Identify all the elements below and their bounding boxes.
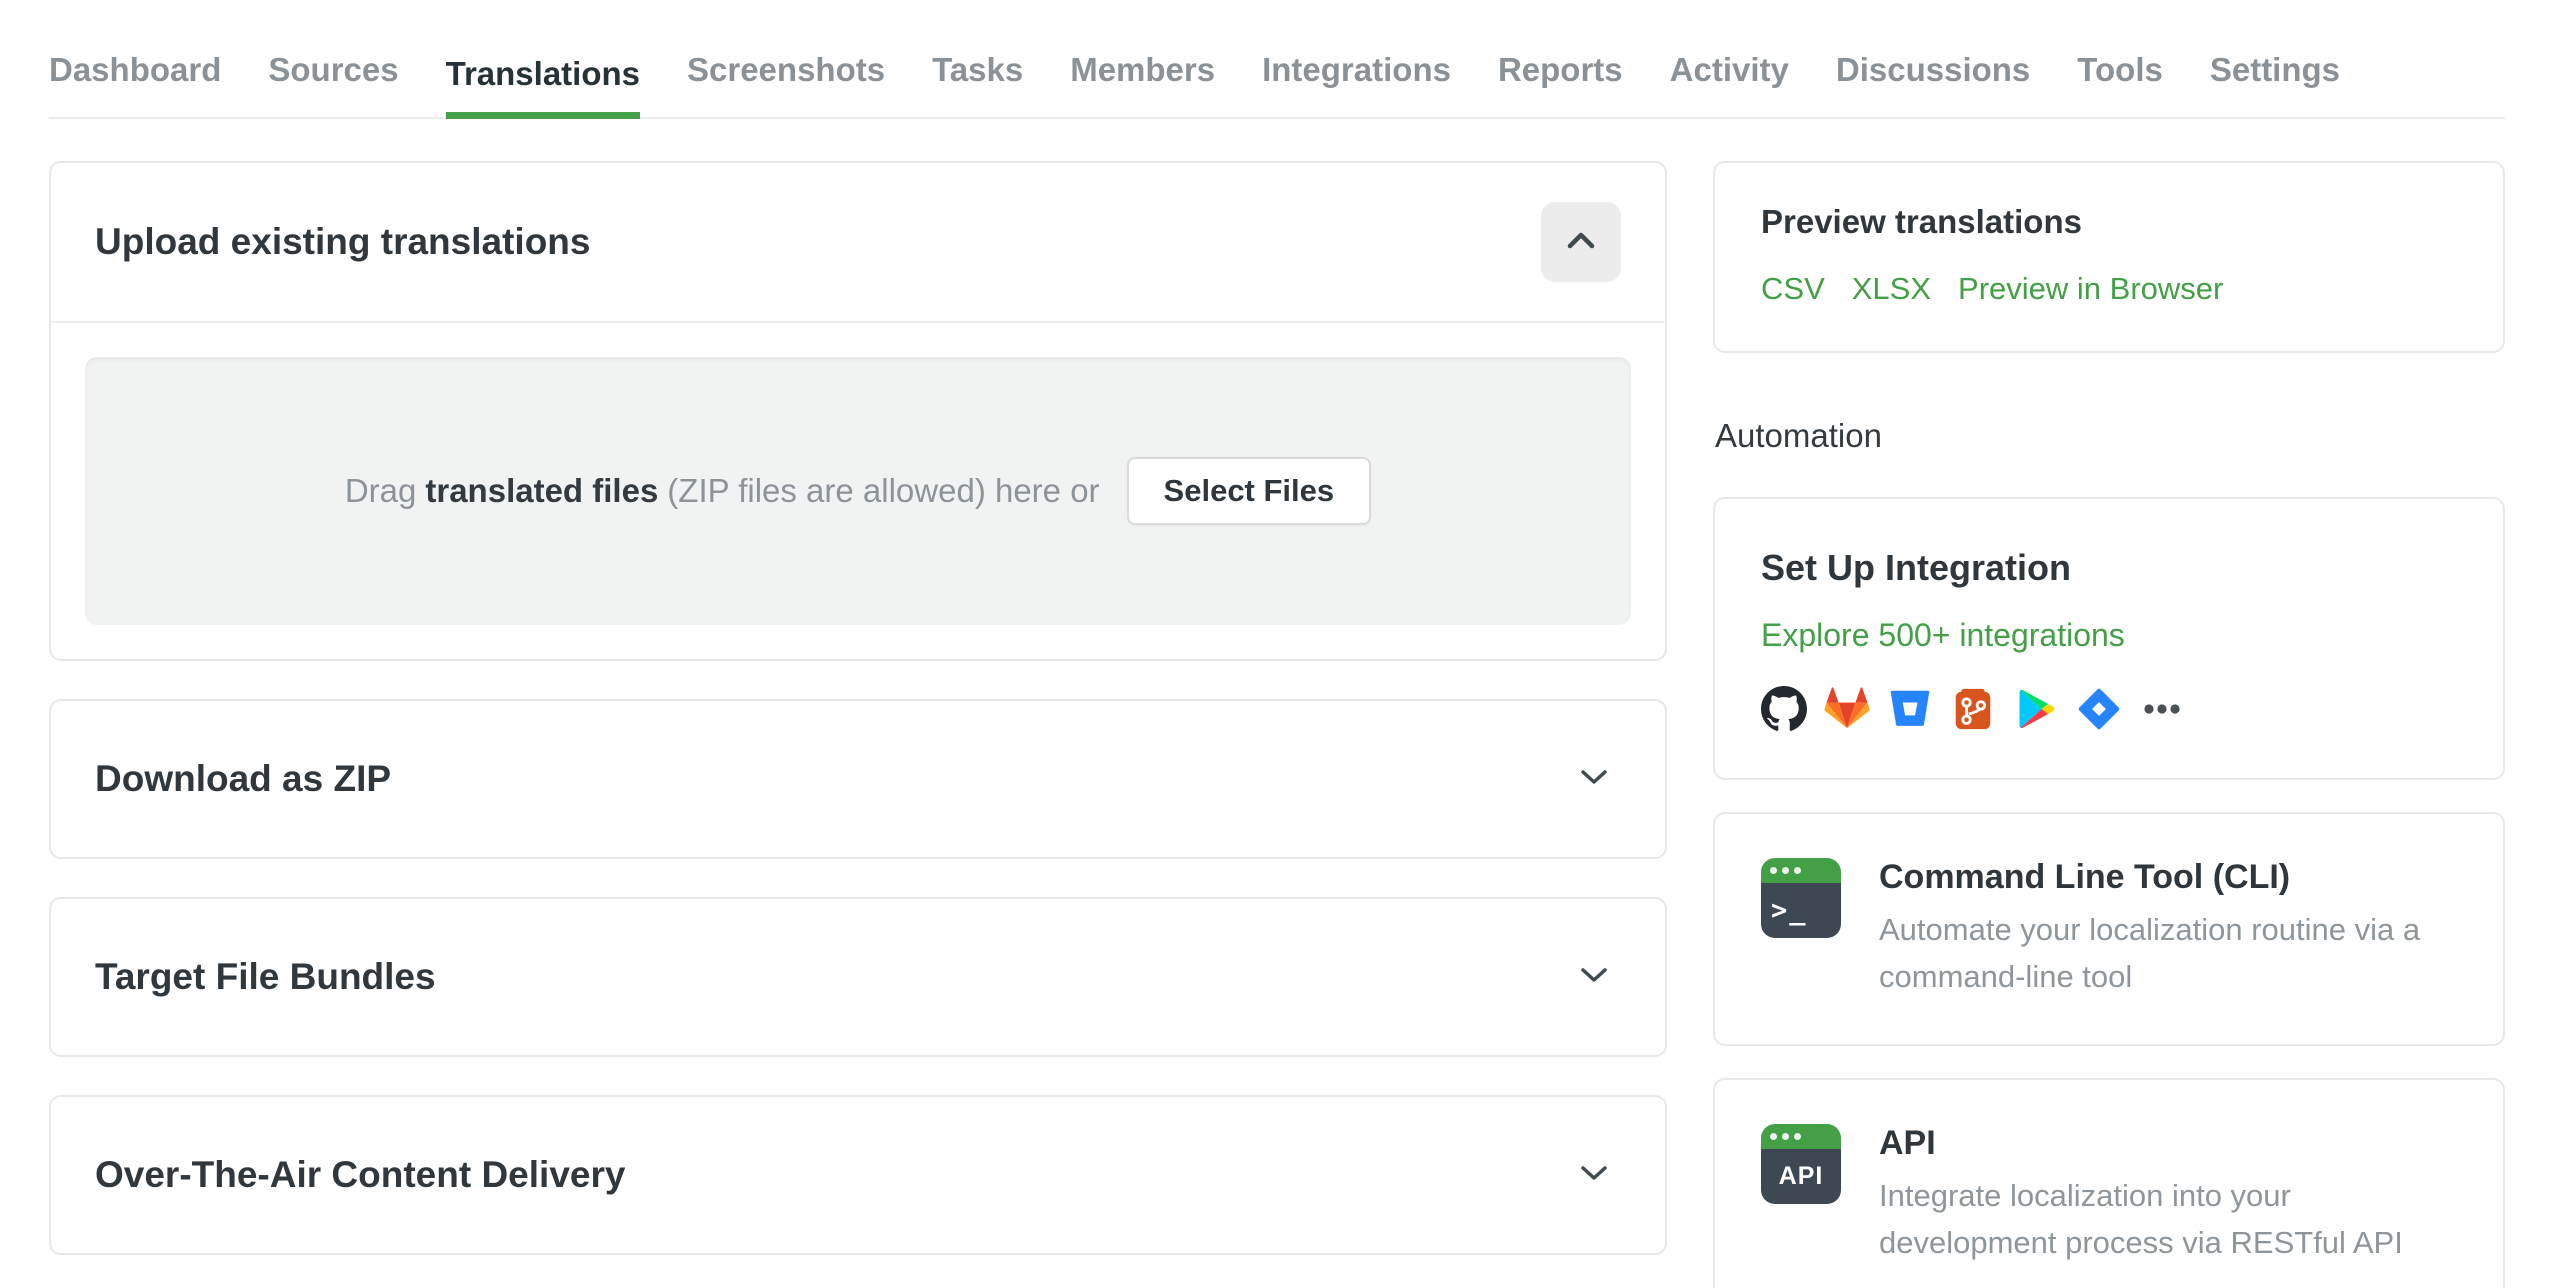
- explore-integrations-link[interactable]: Explore 500+ integrations: [1761, 617, 2125, 654]
- tab-settings[interactable]: Settings: [2210, 51, 2340, 117]
- git-icon[interactable]: [1950, 686, 1996, 732]
- api-card-description: Integrate localization into your develop…: [1879, 1178, 2403, 1260]
- tab-sources[interactable]: Sources: [268, 51, 398, 117]
- more-integrations-icon[interactable]: [2139, 686, 2185, 732]
- google-play-icon[interactable]: [2013, 686, 2059, 732]
- cli-card-title: Command Line Tool (CLI): [1879, 858, 2291, 896]
- cli-card-description: Automate your localization routine via a…: [1879, 912, 2421, 994]
- download-as-zip-title: Download as ZIP: [95, 758, 392, 799]
- xlsx-link[interactable]: XLSX: [1852, 271, 1931, 307]
- api-card[interactable]: API API Integrate localization into your…: [1713, 1078, 2505, 1288]
- select-files-button[interactable]: Select Files: [1126, 457, 1372, 525]
- tab-members[interactable]: Members: [1070, 51, 1215, 117]
- github-icon[interactable]: [1761, 686, 1807, 732]
- tab-integrations[interactable]: Integrations: [1262, 51, 1451, 117]
- tab-discussions[interactable]: Discussions: [1836, 51, 2030, 117]
- over-the-air-content-delivery-card[interactable]: Over-The-Air Content Delivery: [49, 1095, 1667, 1255]
- tab-translations[interactable]: Translations: [445, 55, 640, 119]
- cli-card-text: Command Line Tool (CLI) Automate your lo…: [1879, 858, 2457, 1000]
- chevron-down-icon[interactable]: [1579, 767, 1609, 792]
- csv-link[interactable]: CSV: [1761, 271, 1825, 307]
- chevron-down-icon[interactable]: [1579, 965, 1609, 990]
- api-card-title: API: [1879, 1124, 1936, 1162]
- download-as-zip-card[interactable]: Download as ZIP: [49, 699, 1667, 859]
- tab-reports[interactable]: Reports: [1498, 51, 1623, 117]
- dropzone-hint: Drag translated files (ZIP files are allow…: [345, 472, 1100, 510]
- set-up-integration-title: Set Up Integration: [1761, 547, 2072, 588]
- preview-translations-title: Preview translations: [1761, 203, 2082, 240]
- upload-card-body: Drag translated files (ZIP files are allow…: [51, 323, 1665, 659]
- tab-tasks[interactable]: Tasks: [932, 51, 1023, 117]
- set-up-integration-card[interactable]: Set Up Integration Explore 500+ integrat…: [1713, 497, 2505, 780]
- chevron-up-icon: [1564, 230, 1598, 255]
- target-file-bundles-card[interactable]: Target File Bundles: [49, 897, 1667, 1057]
- tab-screenshots[interactable]: Screenshots: [687, 51, 885, 117]
- tab-tools[interactable]: Tools: [2077, 51, 2163, 117]
- terminal-prompt-glyph: >_: [1761, 883, 1841, 938]
- api-icon: API: [1761, 1124, 1841, 1204]
- terminal-icon-titlebar: [1761, 858, 1841, 883]
- preview-in-browser-link[interactable]: Preview in Browser: [1958, 271, 2223, 307]
- chevron-down-icon[interactable]: [1579, 1163, 1609, 1188]
- tab-activity[interactable]: Activity: [1670, 51, 1789, 117]
- upload-existing-translations-card: Upload existing translations Drag transla…: [49, 161, 1667, 661]
- jira-icon[interactable]: [2076, 686, 2122, 732]
- cli-card[interactable]: >_ Command Line Tool (CLI) Automate your…: [1713, 812, 2505, 1046]
- tab-dashboard[interactable]: Dashboard: [49, 51, 221, 117]
- automation-heading: Automation: [1715, 417, 1882, 454]
- side-column: Preview translations CSV XLSX Preview in…: [1713, 161, 2505, 1288]
- upload-card-title: Upload existing translations: [95, 221, 591, 262]
- dropzone-hint-suffix: (ZIP files are allowed) here or: [667, 472, 1100, 509]
- main-column: Upload existing translations Drag transla…: [49, 161, 1667, 1288]
- preview-translations-card: Preview translations CSV XLSX Preview in…: [1713, 161, 2505, 353]
- dropzone-hint-emphasis: translated files: [425, 472, 659, 509]
- api-icon-glyph: API: [1761, 1149, 1841, 1204]
- terminal-icon: >_: [1761, 858, 1841, 938]
- collapse-section-button[interactable]: [1541, 202, 1621, 282]
- preview-links: CSV XLSX Preview in Browser: [1761, 271, 2457, 307]
- project-tabs: Dashboard Sources Translations Screensho…: [49, 0, 2505, 119]
- target-file-bundles-title: Target File Bundles: [95, 956, 436, 997]
- gitlab-icon[interactable]: [1824, 686, 1870, 732]
- integration-icon-row: [1761, 686, 2457, 732]
- api-card-text: API Integrate localization into your dev…: [1879, 1124, 2457, 1266]
- over-the-air-title: Over-The-Air Content Delivery: [95, 1154, 626, 1195]
- bitbucket-icon[interactable]: [1887, 686, 1933, 732]
- file-dropzone[interactable]: Drag translated files (ZIP files are allow…: [85, 357, 1631, 625]
- upload-card-header: Upload existing translations: [51, 163, 1665, 323]
- api-icon-titlebar: [1761, 1124, 1841, 1149]
- dropzone-hint-prefix: Drag: [344, 472, 417, 509]
